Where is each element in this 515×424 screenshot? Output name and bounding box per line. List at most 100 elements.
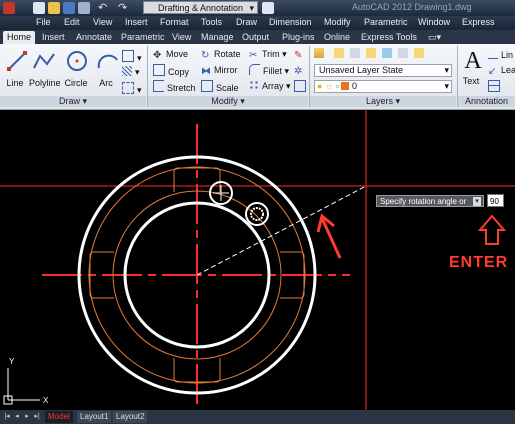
explode-button[interactable]: ✲ xyxy=(294,64,307,77)
array-icon xyxy=(249,80,259,90)
stretch-button[interactable]: Stretch xyxy=(153,80,196,93)
first-tab-icon[interactable]: |◂ xyxy=(3,412,11,422)
linear-dim-button[interactable]: Lin xyxy=(488,48,513,61)
rectangle-button[interactable]: ▾ xyxy=(122,50,142,63)
redo-icon[interactable]: ↷ xyxy=(118,2,130,14)
drawing-canvas[interactable]: Y X xyxy=(0,110,515,410)
menu-item-parametric[interactable]: Parametric xyxy=(364,17,408,27)
tab-output[interactable]: Output xyxy=(238,31,273,44)
offset-icon xyxy=(294,80,306,92)
menu-item-format[interactable]: Format xyxy=(160,17,189,27)
prev-tab-icon[interactable]: ◂ xyxy=(13,412,21,422)
circle-label: Circle xyxy=(64,78,88,88)
undo-icon[interactable]: ↶ xyxy=(98,2,110,14)
mirror-icon: ⧓ xyxy=(201,66,211,77)
tab-layout2[interactable]: Layout2 xyxy=(113,411,148,423)
open-icon[interactable] xyxy=(48,2,60,14)
circle-icon xyxy=(67,51,87,71)
layer-dropdown[interactable]: ● ☼ ▫ 0 ▾ xyxy=(314,80,452,93)
layer-state-dropdown[interactable]: Unsaved Layer State ▾ xyxy=(314,64,452,77)
print-icon[interactable] xyxy=(78,2,90,14)
workspace-dropdown[interactable]: Drafting & Annotation ▾ xyxy=(143,1,258,14)
tab-parametric[interactable]: Parametric xyxy=(117,31,169,44)
arc-button[interactable]: Arc xyxy=(95,48,118,88)
line-button[interactable]: Line xyxy=(4,48,27,88)
explode-icon: ✲ xyxy=(294,66,303,77)
trim-button[interactable]: ✂ Trim ▾ xyxy=(249,48,287,61)
tab-express-tools[interactable]: Express Tools xyxy=(357,31,421,44)
scale-button[interactable]: Scale xyxy=(201,80,239,93)
layer-walk-icon xyxy=(414,48,424,58)
copy-button[interactable]: Copy xyxy=(153,64,189,77)
save-icon[interactable] xyxy=(63,2,75,14)
region-button[interactable]: ▾ xyxy=(122,82,142,95)
menu-item-modify[interactable]: Modify xyxy=(324,17,351,27)
arc-label: Arc xyxy=(99,78,113,88)
menu-item-window[interactable]: Window xyxy=(418,17,450,27)
menu-item-file[interactable]: File xyxy=(36,17,51,27)
modify-panel-title[interactable]: Modify ▾ xyxy=(148,96,308,107)
line-label: Line xyxy=(6,78,24,88)
options-down-icon[interactable]: ▾ xyxy=(473,197,481,206)
new-icon[interactable] xyxy=(33,2,45,14)
tab-home[interactable]: Home xyxy=(3,31,36,44)
draw-panel-title[interactable]: Draw ▾ xyxy=(0,96,146,107)
layer-properties-button[interactable] xyxy=(314,48,327,61)
drawing-svg[interactable]: Y X xyxy=(0,110,515,410)
menu-item-draw[interactable]: Draw xyxy=(236,17,257,27)
layer-tool-6[interactable] xyxy=(414,48,427,61)
rotation-angle-input[interactable]: 90 xyxy=(487,194,504,207)
tab-model[interactable]: Model xyxy=(45,411,73,423)
ucs-icon xyxy=(3,368,40,405)
trim-icon: ✂ xyxy=(249,50,258,61)
next-tab-icon[interactable]: ▸ xyxy=(23,412,31,422)
text-icon: A xyxy=(464,48,482,74)
layer-match-icon xyxy=(334,48,344,58)
menu-item-dimension[interactable]: Dimension xyxy=(269,17,312,27)
tab-online[interactable]: Online xyxy=(320,31,354,44)
table-button[interactable] xyxy=(488,80,503,93)
last-tab-icon[interactable]: ▸| xyxy=(33,412,41,422)
mirror-button[interactable]: ⧓ Mirror xyxy=(201,64,238,77)
ribbon-options-icon[interactable]: ▭▾ xyxy=(424,31,445,44)
title-bar: ↶ ↷ Drafting & Annotation ▾ AutoCAD 2012… xyxy=(0,0,515,16)
chevron-down-icon: ▾ xyxy=(249,3,254,13)
leader-button[interactable]: ↙ Lea xyxy=(488,64,515,77)
arc-icon xyxy=(97,54,118,69)
chevron-down-icon: ▾ xyxy=(444,65,449,75)
polyline-button[interactable]: Polyline xyxy=(29,48,61,88)
array-button[interactable]: Array ▾ xyxy=(249,80,291,93)
tab-manage[interactable]: Manage xyxy=(197,31,238,44)
offset-button[interactable] xyxy=(294,80,309,93)
annotation-panel-title[interactable]: Annotation xyxy=(458,96,515,107)
erase-icon: ✎ xyxy=(294,50,303,61)
menu-item-view[interactable]: View xyxy=(93,17,112,27)
table-icon xyxy=(488,80,500,92)
tab-plugins[interactable]: Plug-ins xyxy=(278,31,319,44)
app-menu-icon[interactable] xyxy=(3,2,15,14)
fillet-button[interactable]: Fillet ▾ xyxy=(249,64,289,77)
menu-item-express[interactable]: Express xyxy=(462,17,495,27)
layer-tool-4[interactable] xyxy=(382,48,395,61)
erase-button[interactable]: ✎ xyxy=(294,48,307,61)
rotation-rubberband xyxy=(196,185,367,276)
menu-item-insert[interactable]: Insert xyxy=(125,17,148,27)
menu-item-tools[interactable]: Tools xyxy=(201,17,222,27)
layer-tool-2[interactable] xyxy=(350,48,363,61)
qat-extra-icon[interactable] xyxy=(262,2,274,14)
hatch-button[interactable]: ▾ xyxy=(122,66,140,79)
tab-view[interactable]: View xyxy=(168,31,195,44)
layer-tool-5[interactable] xyxy=(398,48,411,61)
move-button[interactable]: ✥ Move xyxy=(153,48,188,61)
layer-tool-3[interactable] xyxy=(366,48,379,61)
circle-button[interactable]: Circle xyxy=(64,48,88,88)
tab-layout1[interactable]: Layout1 xyxy=(77,411,112,423)
tab-annotate[interactable]: Annotate xyxy=(72,31,116,44)
layers-panel-title[interactable]: Layers ▾ xyxy=(310,96,456,107)
tab-insert[interactable]: Insert xyxy=(38,31,69,44)
dynamic-input-prompt: Specify rotation angle or ▾ xyxy=(376,195,484,207)
menu-item-edit[interactable]: Edit xyxy=(64,17,80,27)
layer-tool-1[interactable] xyxy=(334,48,347,61)
rotate-button[interactable]: ↻ Rotate xyxy=(201,48,241,61)
text-button[interactable]: A Text xyxy=(460,48,482,86)
